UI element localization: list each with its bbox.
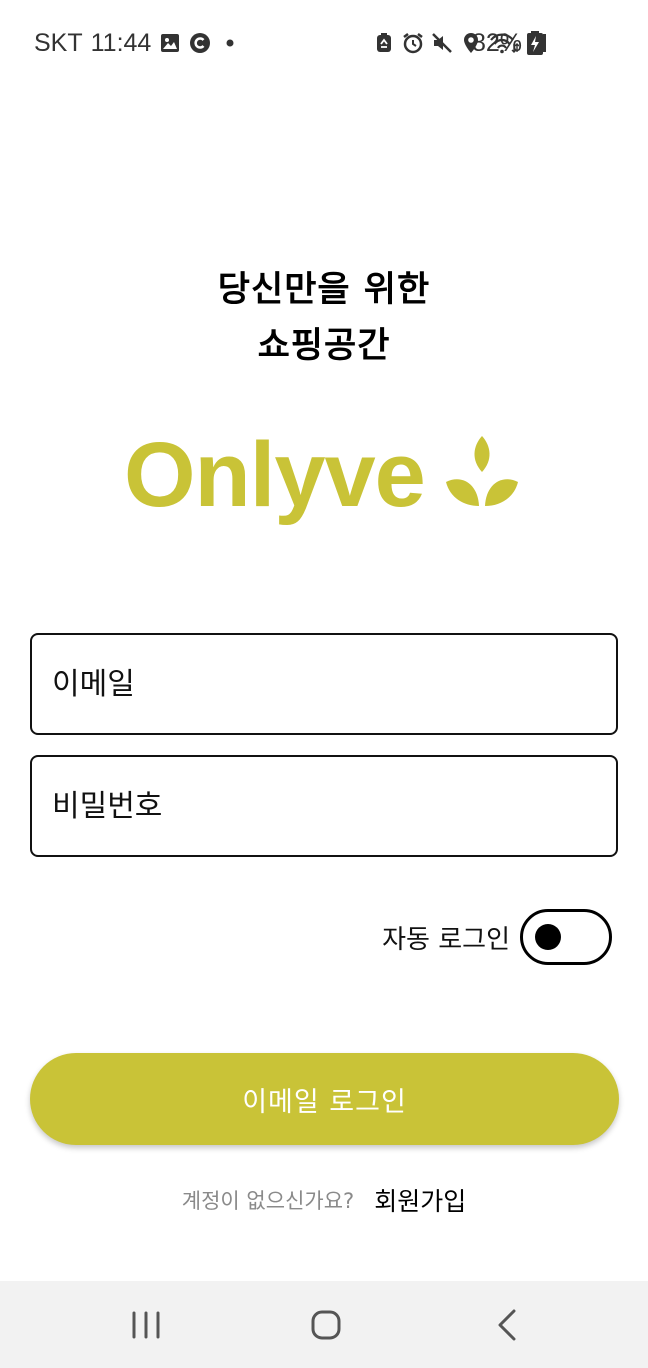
gallery-icon: [159, 32, 181, 54]
clock: 11:44: [90, 28, 152, 57]
status-left: SKT 11:44: [34, 28, 241, 58]
auto-login-label: 자동 로그인: [382, 924, 510, 955]
auto-login-toggle[interactable]: [520, 909, 612, 965]
dot-icon: [219, 32, 241, 54]
back-icon[interactable]: [486, 1303, 530, 1347]
headline-line-1: 당신만을 위한: [217, 270, 431, 310]
headline: 당신만을 위한 쇼핑공간: [0, 262, 648, 374]
recycle-icon: [373, 32, 395, 54]
password-field[interactable]: [30, 755, 618, 857]
mute-icon: [431, 32, 453, 54]
email-field[interactable]: [30, 633, 618, 735]
toggle-knob: [535, 924, 561, 950]
signup-row: 계정이 없으신가요? 회원가입: [0, 1180, 648, 1220]
signup-link[interactable]: 회원가입: [374, 1182, 466, 1218]
c-icon: [189, 32, 211, 54]
password-input[interactable]: [52, 788, 592, 824]
home-icon[interactable]: [304, 1303, 348, 1347]
headline-line-2: 쇼핑공간: [257, 326, 391, 366]
leaf-icon: [442, 434, 522, 514]
login-screen: SKT 11:44 82% 당신만을 위한 쇼핑공간 Onlyve 이메일 자동…: [0, 0, 648, 1368]
logo-text: Onlyve: [124, 424, 426, 526]
battery-percent: 82%: [471, 28, 522, 57]
brand-logo: Onlyve: [124, 420, 524, 540]
battery-charging-icon: [526, 31, 544, 55]
email-login-button[interactable]: 이메일 로그인: [30, 1053, 619, 1145]
email-input[interactable]: [52, 666, 592, 702]
navigation-bar: [0, 1281, 648, 1368]
carrier-label: SKT: [34, 28, 83, 57]
recent-apps-icon[interactable]: [124, 1303, 168, 1347]
status-bar: SKT 11:44 82%: [0, 0, 648, 86]
alarm-icon: [402, 32, 424, 54]
auto-login-row: 자동 로그인: [382, 908, 612, 966]
signup-question: 계정이 없으신가요?: [181, 1189, 355, 1213]
